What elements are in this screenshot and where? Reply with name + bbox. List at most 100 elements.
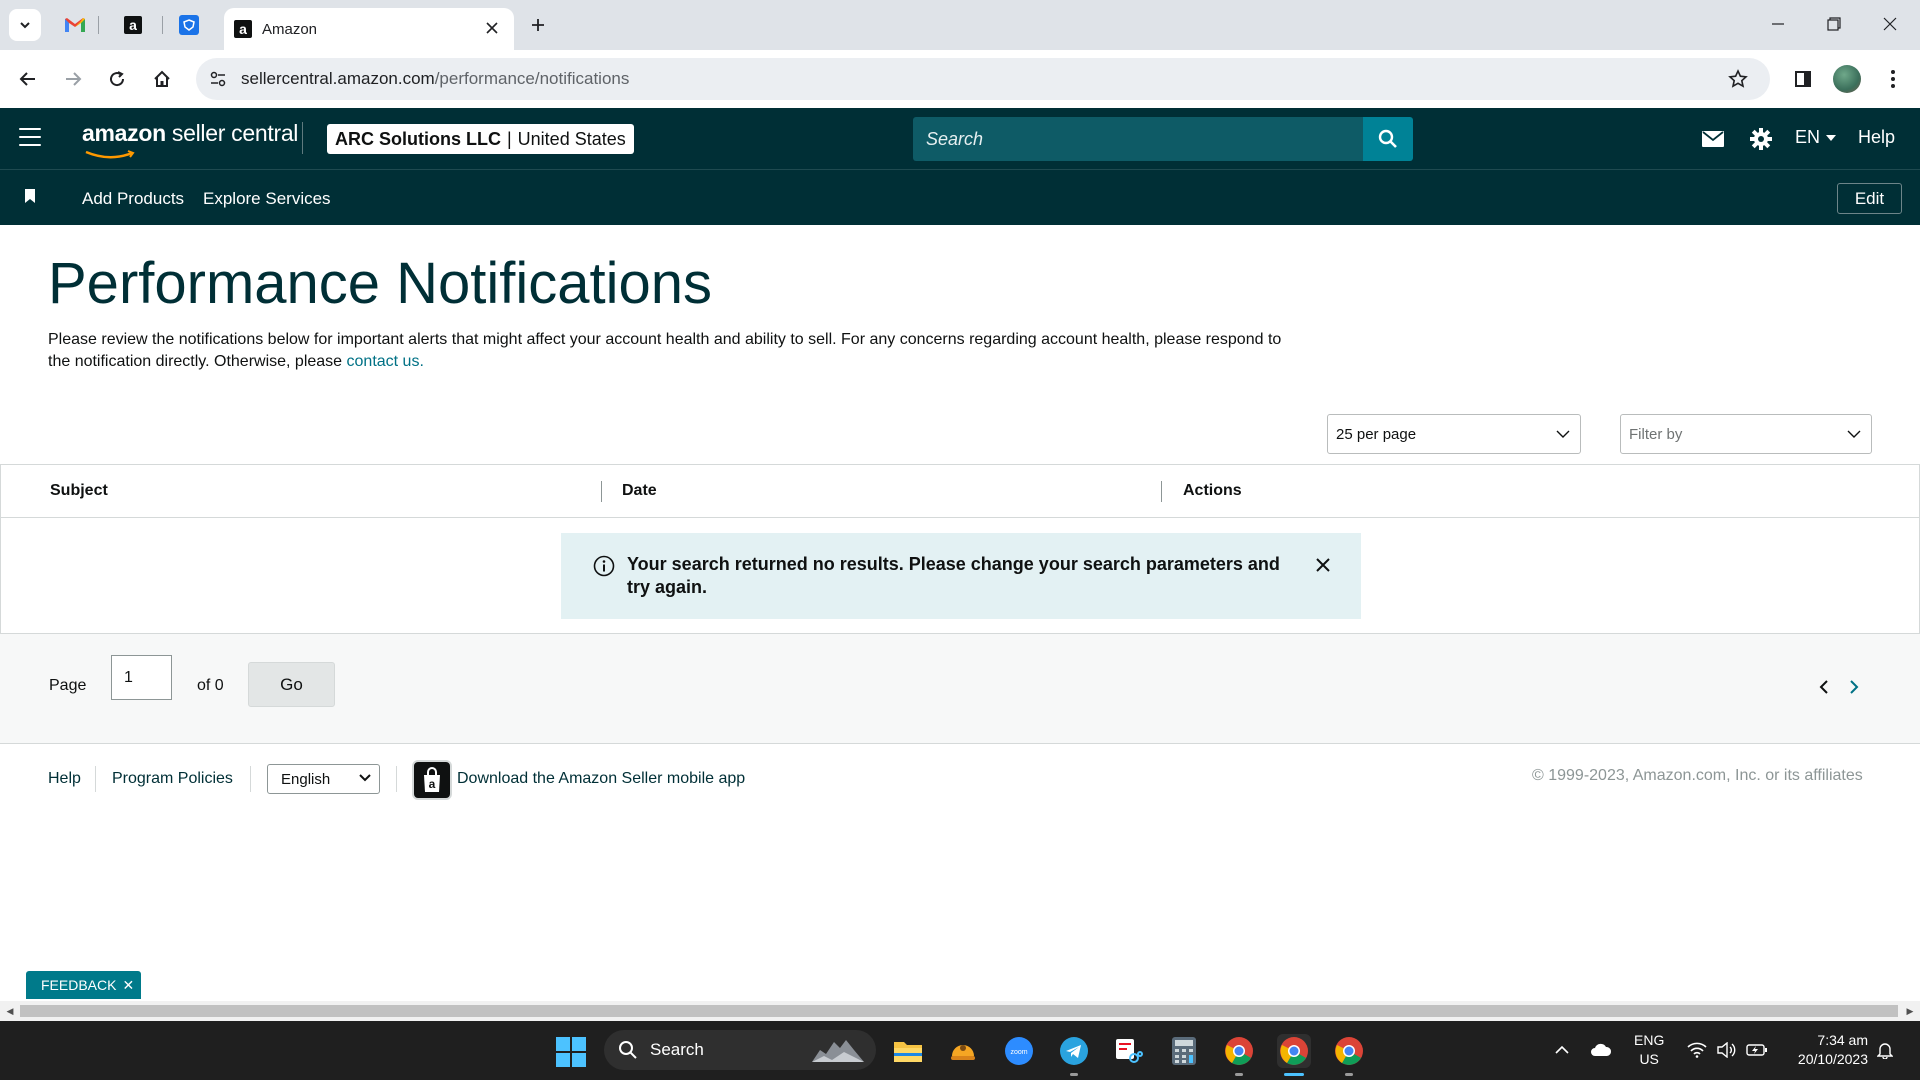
running-indicator: [1070, 1073, 1078, 1076]
footer-language-value: English: [281, 770, 331, 788]
footer-divider: [95, 766, 96, 792]
forward-icon[interactable]: [57, 63, 89, 95]
contact-us-link[interactable]: contact us.: [347, 353, 424, 370]
filter-by-select[interactable]: Filter by: [1620, 414, 1872, 454]
column-date[interactable]: Date: [622, 482, 657, 500]
reload-icon[interactable]: [101, 63, 133, 95]
add-products-link[interactable]: Add Products: [82, 189, 184, 209]
wifi-icon[interactable]: [1686, 1039, 1708, 1061]
next-page-icon[interactable]: [1845, 678, 1863, 696]
feedback-button[interactable]: FEEDBACK ✕: [26, 971, 141, 999]
browser-menu-icon[interactable]: [1878, 63, 1908, 95]
helmet-app-icon[interactable]: [946, 1034, 980, 1068]
volume-icon[interactable]: [1716, 1039, 1738, 1061]
bookmark-star-icon[interactable]: [1726, 67, 1750, 91]
pinned-tab-gmail[interactable]: [54, 10, 96, 40]
input-language-line1: ENG: [1634, 1032, 1665, 1048]
address-bar[interactable]: sellercentral.amazon.com/performance/not…: [196, 58, 1770, 100]
home-icon[interactable]: [146, 63, 178, 95]
search-button[interactable]: [1363, 117, 1413, 161]
tab-separator: [98, 16, 99, 34]
language-label: EN: [1795, 127, 1821, 147]
zoom-icon[interactable]: zoom: [1002, 1034, 1036, 1068]
previous-page-icon[interactable]: [1815, 678, 1833, 696]
per-page-value: 25 per page: [1336, 425, 1417, 443]
notifications-table: Subject Date Actions Your search returne…: [0, 464, 1920, 634]
url-path: /performance/notifications: [434, 69, 630, 88]
pinned-tab-shield[interactable]: [168, 10, 210, 40]
new-tab-icon[interactable]: [523, 10, 553, 40]
scrollbar-thumb[interactable]: [20, 1005, 1898, 1017]
minimize-icon[interactable]: [1758, 8, 1798, 40]
tab-title: Amazon: [262, 20, 318, 38]
taskbar-search[interactable]: Search: [604, 1030, 876, 1070]
seller-central-header: amazon seller central ARC Solutions LLC |…: [0, 108, 1920, 169]
page-label: Page: [49, 677, 87, 694]
scroll-left-icon[interactable]: ◀: [4, 1005, 16, 1017]
close-tab-icon[interactable]: [482, 18, 502, 38]
footer-divider: [250, 766, 251, 792]
side-panel-icon[interactable]: [1787, 63, 1819, 95]
pagination-bar: Page of 0 Go: [0, 634, 1920, 744]
per-page-select[interactable]: 25 per page: [1327, 414, 1581, 454]
seller-central-logo[interactable]: amazon seller central: [82, 120, 298, 159]
chevron-down-icon: [359, 774, 371, 782]
caret-down-icon: [1826, 134, 1837, 141]
program-policies-link[interactable]: Program Policies: [112, 770, 233, 788]
profile-avatar[interactable]: [1833, 65, 1861, 93]
site-info-icon[interactable]: [206, 67, 230, 91]
hamburger-menu-icon[interactable]: [19, 128, 41, 146]
copyright-text: © 1999-2023, Amazon.com, Inc. or its aff…: [1532, 767, 1863, 784]
account-switcher[interactable]: ARC Solutions LLC | United States: [327, 124, 634, 154]
download-app-link[interactable]: Download the Amazon Seller mobile app: [457, 770, 745, 788]
clock-time: 7:34 am: [1817, 1032, 1868, 1048]
page-description: Please review the notifications below fo…: [48, 329, 1288, 373]
mail-icon[interactable]: [1699, 125, 1727, 153]
chrome-profile-icon[interactable]: [1332, 1034, 1366, 1068]
snipping-tool-icon[interactable]: [1111, 1034, 1145, 1068]
page-number-input[interactable]: [111, 655, 172, 700]
header-divider: [302, 122, 303, 154]
url-text: sellercentral.amazon.com/performance/not…: [241, 69, 629, 89]
horizontal-scrollbar[interactable]: ◀ ▶: [0, 1001, 1920, 1021]
pinned-tab-amazon[interactable]: a: [112, 10, 154, 40]
language-selector[interactable]: EN: [1795, 127, 1837, 148]
running-indicator: [1235, 1073, 1243, 1076]
windows-start-icon[interactable]: [556, 1037, 586, 1067]
chevron-up-icon[interactable]: [1551, 1039, 1573, 1061]
footer-divider: [396, 766, 397, 792]
file-explorer-icon[interactable]: [891, 1034, 925, 1068]
battery-icon[interactable]: [1746, 1039, 1768, 1061]
footer-language-select[interactable]: English: [267, 764, 380, 794]
alert-message: Your search returned no results. Please …: [627, 554, 1280, 597]
explore-services-link[interactable]: Explore Services: [203, 189, 331, 209]
input-language-indicator[interactable]: ENG US: [1634, 1031, 1664, 1069]
gear-icon[interactable]: [1747, 125, 1775, 153]
footer-help-link[interactable]: Help: [48, 770, 81, 788]
scroll-right-icon[interactable]: ▶: [1904, 1005, 1916, 1017]
header-search-box: [913, 117, 1363, 161]
go-button[interactable]: Go: [248, 662, 335, 707]
active-tab[interactable]: a Amazon: [224, 8, 514, 50]
tab-search-dropdown[interactable]: [9, 9, 41, 41]
telegram-icon[interactable]: [1057, 1034, 1091, 1068]
chrome-icon[interactable]: [1222, 1034, 1256, 1068]
search-input[interactable]: [913, 117, 1363, 161]
notification-bell-icon[interactable]: [1874, 1039, 1896, 1061]
column-subject[interactable]: Subject: [50, 482, 108, 500]
close-window-icon[interactable]: [1870, 8, 1910, 40]
bookmark-icon[interactable]: [24, 189, 36, 203]
close-feedback-icon[interactable]: ✕: [122, 977, 134, 994]
onedrive-icon[interactable]: [1590, 1039, 1612, 1061]
seller-app-icon[interactable]: a: [412, 760, 452, 800]
chrome-active-icon[interactable]: [1277, 1034, 1311, 1068]
search-icon: [1378, 129, 1397, 148]
dismiss-alert-icon[interactable]: [1313, 555, 1333, 575]
calculator-icon[interactable]: [1167, 1034, 1201, 1068]
header-help-link[interactable]: Help: [1858, 127, 1895, 148]
taskbar-clock[interactable]: 7:34 am 20/10/2023: [1786, 1031, 1868, 1069]
browser-toolbar: sellercentral.amazon.com/performance/not…: [0, 50, 1920, 108]
back-icon[interactable]: [12, 63, 44, 95]
edit-bookmarks-button[interactable]: Edit: [1837, 183, 1902, 214]
restore-icon[interactable]: [1814, 8, 1854, 40]
